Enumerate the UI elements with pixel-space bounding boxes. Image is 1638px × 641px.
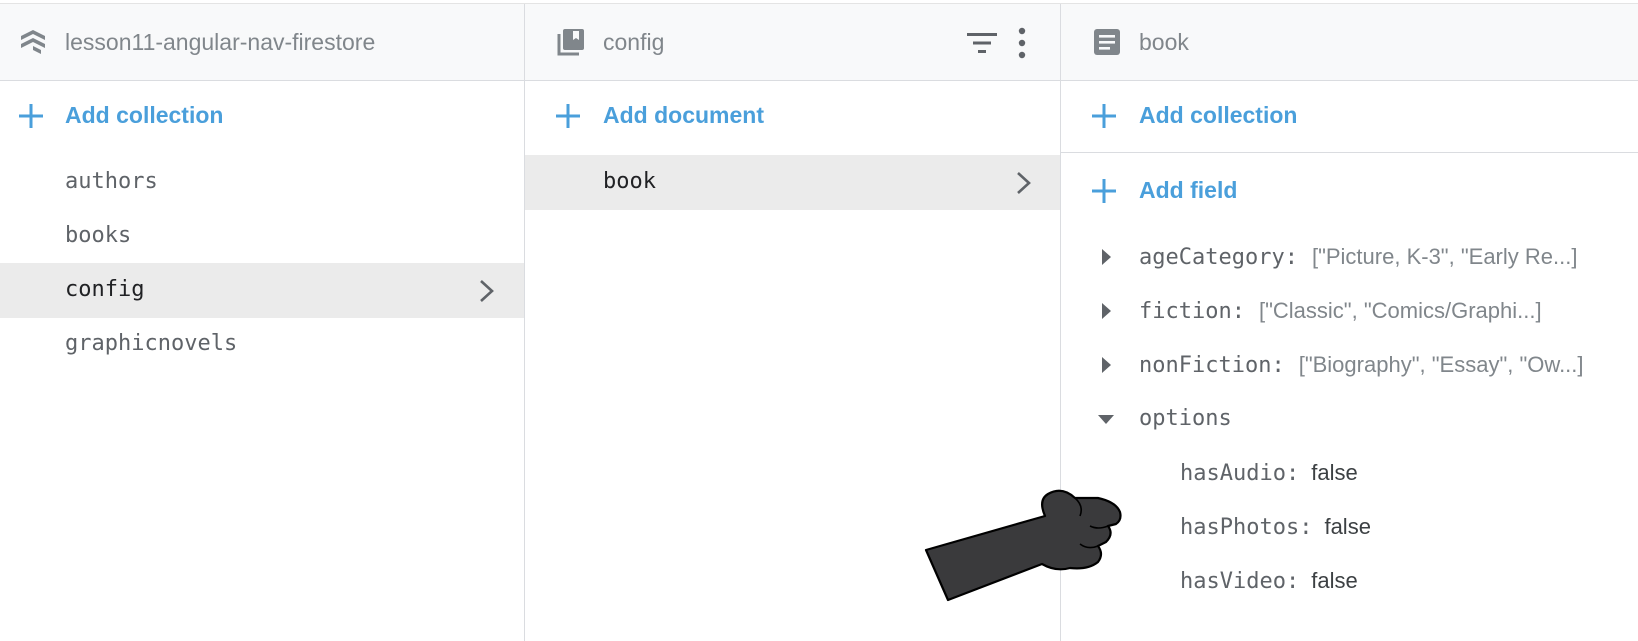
add-collection-button[interactable]: Add collection	[0, 88, 524, 144]
field-key: fiction: ["Classic", "Comics/Graphi...]	[1139, 298, 1542, 324]
field-key: hasAudio: false	[1180, 460, 1358, 486]
field-key: nonFiction: ["Biography", "Essay", "Ow...…	[1139, 352, 1584, 378]
filter-icon[interactable]	[965, 30, 999, 56]
field-key: hasPhotos: false	[1180, 514, 1371, 540]
root-panel-header: lesson11-angular-nav-firestore	[0, 4, 524, 81]
field-key-text: hasAudio:	[1180, 461, 1300, 486]
field-row-hasaudio[interactable]: hasAudio: false	[1061, 446, 1638, 500]
section-divider	[1061, 152, 1638, 153]
chevron-right-icon	[480, 280, 494, 302]
field-value: false	[1324, 514, 1371, 539]
collection-item-config[interactable]: config	[0, 263, 524, 318]
add-document-label: Add document	[603, 102, 764, 128]
field-key-text: nonFiction:	[1139, 353, 1285, 378]
field-key-text: options	[1139, 406, 1232, 431]
document-panel-header: book	[1061, 4, 1638, 81]
add-collection-label: Add collection	[1139, 102, 1298, 128]
collapse-arrow-icon[interactable]	[1097, 409, 1115, 429]
collection-item-label: authors	[65, 169, 158, 194]
add-collection-label: Add collection	[65, 102, 224, 128]
field-key-text: hasPhotos:	[1180, 515, 1313, 540]
field-row-fiction[interactable]: fiction: ["Classic", "Comics/Graphi...]	[1061, 284, 1638, 338]
collection-title: config	[603, 29, 665, 55]
document-icon	[1094, 29, 1120, 55]
plus-icon	[1092, 179, 1116, 203]
field-value: false	[1311, 460, 1358, 485]
document-item-book[interactable]: book	[525, 155, 1060, 210]
collection-item-label: graphicnovels	[65, 331, 238, 356]
plus-icon	[1092, 104, 1116, 128]
field-row-options[interactable]: options	[1061, 392, 1638, 446]
add-subcollection-button[interactable]: Add collection	[1061, 88, 1638, 144]
field-key-text: fiction:	[1139, 299, 1245, 324]
more-vert-icon[interactable]	[1015, 26, 1029, 60]
project-title: lesson11-angular-nav-firestore	[65, 29, 376, 55]
collection-icon	[557, 29, 584, 56]
document-panel: book Add collection Add field ageCategor…	[1061, 4, 1638, 641]
collection-panel-header: config	[525, 4, 1060, 81]
field-row-hasphotos[interactable]: hasPhotos: false	[1061, 500, 1638, 554]
collection-item-graphicnovels[interactable]: graphicnovels	[0, 317, 524, 372]
field-row-hasvideo[interactable]: hasVideo: false	[1061, 554, 1638, 608]
plus-icon	[19, 104, 43, 128]
chevron-right-icon	[1017, 172, 1031, 194]
field-value: ["Biography", "Essay", "Ow...]	[1298, 352, 1584, 377]
collection-item-label: books	[65, 223, 132, 248]
field-row-nonfiction[interactable]: nonFiction: ["Biography", "Essay", "Ow...…	[1061, 338, 1638, 392]
field-value: ["Classic", "Comics/Graphi...]	[1258, 298, 1542, 323]
collection-item-authors[interactable]: authors	[0, 155, 524, 210]
plus-icon	[556, 104, 580, 128]
collection-item-books[interactable]: books	[0, 209, 524, 264]
field-key-text: ageCategory:	[1139, 245, 1298, 270]
document-title: book	[1139, 29, 1189, 55]
expand-arrow-icon[interactable]	[1097, 247, 1115, 267]
field-key: hasVideo: false	[1180, 568, 1358, 594]
document-item-label: book	[603, 169, 656, 194]
field-key: ageCategory: ["Picture, K-3", "Early Re..…	[1139, 244, 1577, 270]
field-value: false	[1311, 568, 1358, 593]
add-field-label: Add field	[1139, 177, 1238, 203]
expand-arrow-icon[interactable]	[1097, 301, 1115, 321]
field-key-text: hasVideo:	[1180, 569, 1300, 594]
firestore-stack-icon	[21, 30, 45, 54]
collection-item-label: config	[65, 277, 145, 302]
field-key: options	[1139, 406, 1232, 431]
collection-panel: config Add document book	[525, 4, 1061, 641]
expand-arrow-icon[interactable]	[1097, 355, 1115, 375]
add-field-button[interactable]: Add field	[1061, 163, 1638, 219]
root-panel: lesson11-angular-nav-firestore Add colle…	[0, 4, 525, 641]
field-value: ["Picture, K-3", "Early Re...]	[1311, 244, 1578, 269]
add-document-button[interactable]: Add document	[525, 88, 1060, 144]
field-row-agecategory[interactable]: ageCategory: ["Picture, K-3", "Early Re..…	[1061, 230, 1638, 284]
